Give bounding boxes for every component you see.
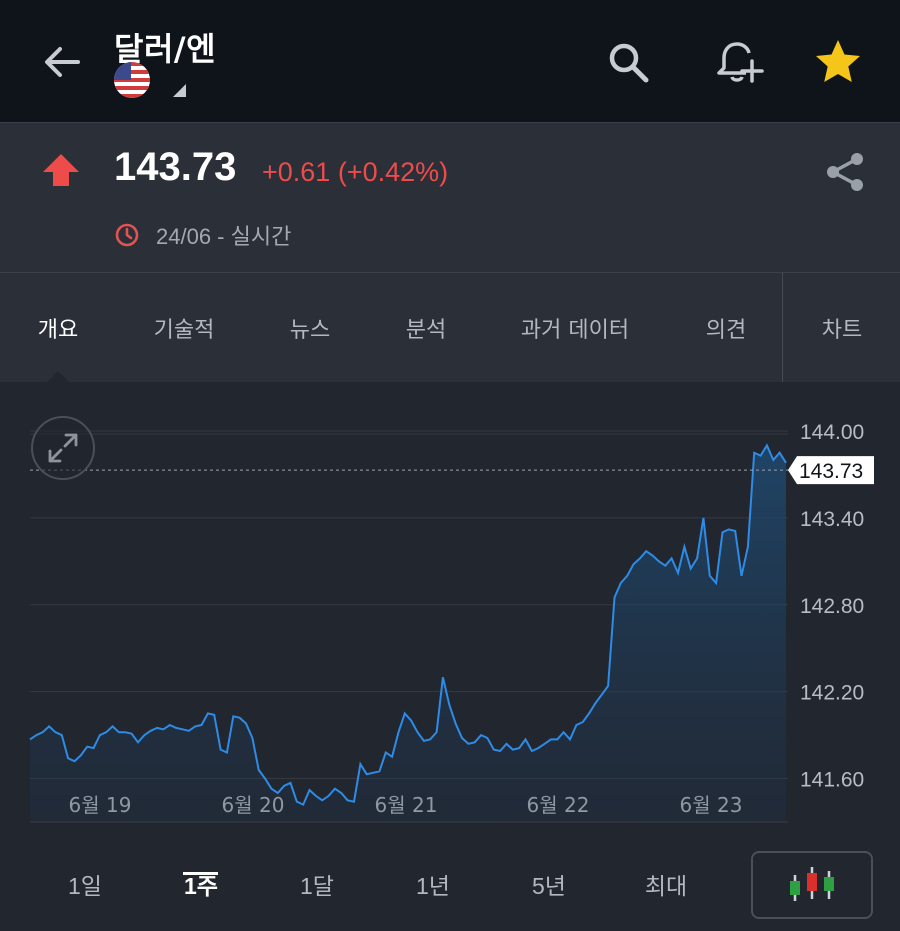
flag-selector[interactable] [114,62,150,98]
y-tick-label: 141.60 [800,769,864,792]
last-price: 143.73 [114,145,237,189]
candlestick-icon [790,867,834,901]
tab-historical-data[interactable]: 과거 데이터 [505,273,645,383]
add-alert-icon [717,42,764,83]
current-price-label: 143.73 [799,460,863,483]
y-tick-label: 143.40 [800,508,864,531]
expand-chart-button[interactable] [31,416,95,480]
back-button[interactable] [34,34,90,90]
period-1d[interactable]: 1일 [60,864,110,904]
y-tick-label: 142.80 [800,595,864,618]
price-chart[interactable]: 144.00143.40142.80142.20141.606월 196월 20… [0,382,900,842]
period-max[interactable]: 최대 [636,864,696,904]
tab-chart[interactable]: 차트 [800,273,884,383]
search-button[interactable] [600,34,656,90]
us-flag-icon [114,62,150,98]
tab-divider [782,273,783,383]
star-icon [816,40,860,82]
y-tick-label: 142.20 [800,682,864,705]
section-tabs: 개요 기술적 뉴스 분석 과거 데이터 의견 차트 [0,272,900,383]
period-5y[interactable]: 5년 [524,864,574,904]
tab-opinion[interactable]: 의견 [688,273,764,383]
tab-overview[interactable]: 개요 [22,273,94,383]
share-button[interactable] [818,145,872,199]
tab-analysis[interactable]: 분석 [386,273,466,383]
price-change: +0.61 (+0.42%) [262,157,449,187]
clock-icon [115,223,139,247]
dropdown-caret-icon[interactable] [173,84,186,97]
add-alert-button[interactable] [710,34,766,90]
period-1y[interactable]: 1년 [408,864,458,904]
tab-news[interactable]: 뉴스 [270,273,350,383]
price-chart-area: 144.00143.40142.80142.20141.606월 196월 20… [0,382,900,842]
top-app-bar: 달러/엔 [0,0,900,122]
up-arrow-icon [43,154,79,186]
search-icon [609,43,649,83]
quote-panel: 143.73 +0.61 (+0.42%) 24/06 - 실시간 [0,122,900,272]
price-area-fill [30,445,786,822]
chart-type-button[interactable] [751,851,873,919]
quote-timestamp: 24/06 - 실시간 [156,224,292,249]
active-period-underline [183,872,218,875]
share-icon [827,153,863,191]
y-tick-label: 144.00 [800,421,864,444]
tab-technical[interactable]: 기술적 [134,273,234,383]
favorite-button[interactable] [810,34,866,90]
expand-icon [48,433,78,463]
period-1m[interactable]: 1달 [292,864,342,904]
period-1w[interactable]: 1주 [176,864,226,904]
back-arrow-icon [45,47,80,77]
